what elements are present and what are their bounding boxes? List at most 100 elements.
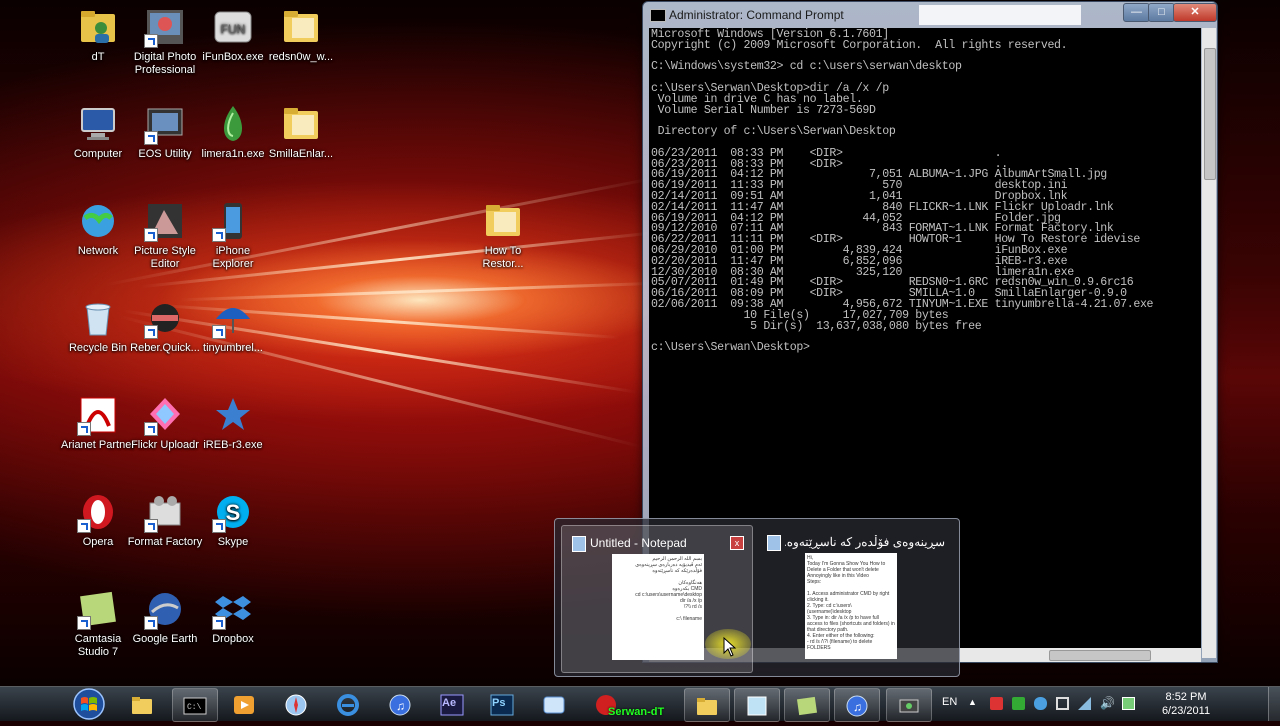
- desktop-icon[interactable]: Format Factory: [126, 491, 204, 549]
- maximize-button[interactable]: □: [1148, 3, 1175, 22]
- ifunbox-icon: FUN: [212, 6, 254, 48]
- minimize-icon: —: [1131, 6, 1142, 18]
- taskbar-button-itunes[interactable]: ♫: [378, 688, 422, 720]
- app-label: Ae: [442, 697, 457, 709]
- network-status-icon[interactable]: [1122, 697, 1135, 710]
- desktop-icon[interactable]: FUN iFunBox.exe: [194, 6, 272, 64]
- itunes-icon: ♫: [389, 694, 411, 716]
- thumbnail-preview-page: بسم الله الرحمن الرحيم ئەم ڤیدیۆیە دەربار…: [612, 554, 704, 660]
- flickr-icon: [144, 394, 186, 436]
- cmd-line: Volume Serial Number is 7273-569D: [651, 103, 876, 117]
- dropbox-icon: [212, 588, 254, 630]
- ireb-icon: [212, 394, 254, 436]
- recycle-bin-icon: [77, 297, 119, 339]
- close-icon: ✕: [1190, 6, 1200, 18]
- computer-icon: [77, 103, 119, 145]
- taskbar-button-folder2[interactable]: [684, 688, 730, 722]
- minimize-button[interactable]: —: [1123, 3, 1150, 22]
- desktop-icon-label: Reber.Quick...: [130, 342, 200, 354]
- camera-app-icon: [144, 6, 186, 48]
- cmd-title: Administrator: Command Prompt: [669, 8, 844, 22]
- mouse-pointer-icon: [723, 637, 737, 657]
- app-label: Ps: [492, 697, 506, 709]
- desktop-icon[interactable]: Flickr Uploadr: [126, 394, 204, 452]
- shortcut-arrow-icon: [212, 616, 226, 630]
- folder-icon: [280, 103, 322, 145]
- taskbar-button-camtasia[interactable]: [784, 688, 830, 722]
- cmd-icon: C:\: [183, 697, 207, 715]
- wifi-signal-icon[interactable]: [1078, 697, 1091, 710]
- umbrella-icon: [212, 297, 254, 339]
- desktop-icon[interactable]: iREB-r3.exe: [194, 394, 272, 452]
- clock-time: 8:52 PM: [1165, 691, 1207, 703]
- network-globe-icon: [77, 200, 119, 242]
- tray-app-icon[interactable]: [990, 697, 1003, 710]
- svg-text:♫: ♫: [853, 700, 862, 714]
- folder-icon: [697, 698, 717, 715]
- maximize-icon: □: [1158, 6, 1165, 18]
- taskbar-button-photoshop[interactable]: Ps: [480, 688, 524, 720]
- cmd-vertical-scrollbar[interactable]: [1202, 28, 1216, 658]
- thumbnail-title: سڕینەوەی فۆڵدەر کە ناسڕێتەوە.txt ...: [785, 535, 945, 549]
- thumbnail-notepad-text-file[interactable]: سڕینەوەی فۆڵدەر کە ناسڕێتەوە.txt ... Hi,…: [757, 525, 947, 671]
- desktop-icon[interactable]: EOS Utility: [126, 103, 204, 161]
- desktop-icon[interactable]: S Skype: [194, 491, 272, 549]
- desktop-icon[interactable]: redsn0w_w...: [262, 6, 340, 64]
- start-button[interactable]: [68, 687, 110, 721]
- cmd-icon: [650, 9, 666, 22]
- shortcut-arrow-icon: [212, 519, 226, 533]
- desktop-icon[interactable]: limera1n.exe: [194, 103, 272, 161]
- taskbar-button-cmd[interactable]: C:\: [172, 688, 218, 722]
- desktop-icon[interactable]: How To Restor...: [464, 200, 542, 271]
- desktop-icon-label: EOS Utility: [138, 148, 192, 160]
- notepad-icon: [572, 536, 586, 552]
- taskbar-button-explorer[interactable]: [120, 688, 164, 720]
- taskbar-button-itunes2[interactable]: ♫: [834, 688, 880, 722]
- taskbar-button-serwan[interactable]: Serwan-dT: [584, 688, 678, 720]
- desktop-icon[interactable]: Reber.Quick...: [126, 297, 204, 355]
- thumbnail-close-button[interactable]: x: [730, 536, 744, 550]
- device-icon[interactable]: [1056, 697, 1069, 710]
- arianet-icon: [77, 394, 119, 436]
- taskbar-button-safari[interactable]: [274, 688, 318, 720]
- desktop-icon-label: Picture Style Editor: [134, 245, 196, 270]
- shortcut-arrow-icon: [144, 228, 158, 242]
- desktop-icon[interactable]: Picture Style Editor: [126, 200, 204, 271]
- bluetooth-icon[interactable]: [1034, 697, 1047, 710]
- notepad-icon: [747, 696, 767, 716]
- shortcut-arrow-icon: [77, 519, 91, 533]
- opera-icon: [77, 491, 119, 533]
- desktop-icon[interactable]: Dropbox: [194, 588, 272, 646]
- scroll-thumb[interactable]: [1049, 650, 1151, 661]
- desktop-icon-label: Skype: [217, 536, 249, 548]
- system-clock[interactable]: 8:52 PM 6/23/2011: [1146, 690, 1226, 718]
- desktop-icon[interactable]: Google Earth: [126, 588, 204, 646]
- notepad-icon: [767, 535, 781, 551]
- show-hidden-icons-icon[interactable]: ▲: [968, 697, 981, 710]
- taskbar-button-aftereffects[interactable]: Ae: [430, 688, 474, 720]
- camtasia-icon: [77, 588, 119, 630]
- desktop-icon[interactable]: SmillaEnlar...: [262, 103, 340, 161]
- language-indicator[interactable]: EN: [942, 696, 957, 708]
- volume-icon[interactable]: 🔊: [1100, 697, 1115, 710]
- desktop-icon[interactable]: tinyumbrel...: [194, 297, 272, 355]
- cmd-titlebar[interactable]: Administrator: Command Prompt — □ ✕: [643, 2, 1217, 28]
- taskbar-button-recorder[interactable]: [886, 688, 932, 722]
- desktop-icon[interactable]: iPhone Explorer: [194, 200, 272, 271]
- preview-line: c:\ filename: [676, 616, 702, 622]
- shortcut-arrow-icon: [212, 325, 226, 339]
- format-factory-icon: [144, 491, 186, 533]
- desktop-icon-label: Digital Photo Professional: [133, 51, 197, 76]
- preview-line: FOLDERS: [807, 645, 831, 651]
- desktop-icon[interactable]: Digital Photo Professional: [126, 6, 204, 77]
- scroll-thumb[interactable]: [1204, 48, 1216, 180]
- windows-orb-icon: [73, 688, 105, 720]
- taskbar-button-network[interactable]: [532, 688, 576, 720]
- tray-app-icon[interactable]: [1012, 697, 1025, 710]
- taskbar-button-ie[interactable]: [326, 688, 370, 720]
- taskbar-button-notepad[interactable]: [734, 688, 780, 722]
- close-button[interactable]: ✕: [1173, 3, 1217, 22]
- taskbar-button-media[interactable]: [222, 688, 266, 720]
- cmd-line: 5 Dir(s) 13,637,038,080 bytes free: [651, 319, 982, 333]
- show-desktop-button[interactable]: [1268, 687, 1280, 721]
